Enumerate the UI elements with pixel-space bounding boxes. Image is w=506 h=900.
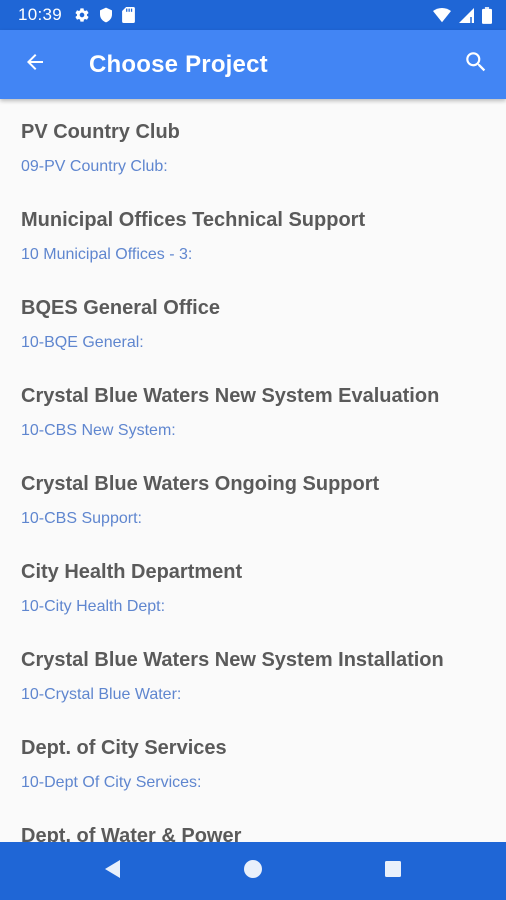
project-code: 10-CBS Support: bbox=[21, 510, 142, 527]
project-code: 10-City Health Dept: bbox=[21, 598, 166, 615]
list-item[interactable]: Dept. of City Services 10-Dept Of City S… bbox=[0, 715, 506, 803]
project-name: Dept. of City Services bbox=[21, 737, 227, 759]
list-item[interactable]: Crystal Blue Waters New System Evaluatio… bbox=[0, 363, 506, 451]
nav-home-button[interactable] bbox=[183, 842, 323, 900]
battery-icon bbox=[482, 6, 492, 24]
project-code: 10-Dept Of City Services: bbox=[21, 774, 202, 791]
project-name: Crystal Blue Waters New System Evaluatio… bbox=[21, 385, 440, 407]
back-button[interactable] bbox=[0, 30, 70, 99]
recents-square-icon bbox=[384, 860, 402, 883]
arrow-left-icon bbox=[23, 50, 47, 79]
list-item[interactable]: Crystal Blue Waters New System Installat… bbox=[0, 627, 506, 715]
list-item[interactable]: Crystal Blue Waters Ongoing Support 10-C… bbox=[0, 451, 506, 539]
list-item[interactable]: Dept. of Water & Power bbox=[0, 803, 506, 842]
project-list: PV Country Club 09-PV Country Club: Muni… bbox=[0, 99, 506, 842]
project-name: Municipal Offices Technical Support bbox=[21, 209, 366, 231]
project-code: 10-Crystal Blue Water: bbox=[21, 686, 182, 703]
project-name: Crystal Blue Waters New System Installat… bbox=[21, 649, 444, 671]
status-time: 10:39 bbox=[18, 5, 63, 24]
wifi-icon bbox=[433, 7, 451, 23]
project-name: Crystal Blue Waters Ongoing Support bbox=[21, 473, 380, 495]
project-code: 09-PV Country Club: bbox=[21, 158, 168, 175]
nav-back-button[interactable] bbox=[43, 842, 183, 900]
project-code: 10-CBS New System: bbox=[21, 422, 176, 439]
app-bar: Choose Project bbox=[0, 30, 506, 99]
project-name: Dept. of Water & Power bbox=[21, 825, 242, 842]
list-item[interactable]: City Health Department 10-City Health De… bbox=[0, 539, 506, 627]
project-name: BQES General Office bbox=[21, 297, 220, 319]
list-item[interactable]: BQES General Office 10-BQE General: bbox=[0, 275, 506, 363]
signal-icon bbox=[459, 7, 474, 23]
list-item[interactable]: Municipal Offices Technical Support 10 M… bbox=[0, 187, 506, 275]
shield-icon bbox=[99, 7, 113, 23]
project-code: 10 Municipal Offices - 3: bbox=[21, 246, 193, 263]
gear-icon bbox=[74, 7, 90, 23]
nav-bar bbox=[0, 842, 506, 900]
list-item[interactable]: PV Country Club 09-PV Country Club: bbox=[0, 99, 506, 187]
project-name: City Health Department bbox=[21, 561, 243, 583]
home-circle-icon bbox=[243, 859, 263, 884]
page-title: Choose Project bbox=[89, 50, 268, 78]
back-triangle-icon bbox=[103, 859, 123, 884]
sd-card-icon bbox=[122, 7, 135, 23]
project-code: 10-BQE General: bbox=[21, 334, 144, 351]
search-button[interactable] bbox=[446, 30, 506, 99]
project-name: PV Country Club bbox=[21, 121, 180, 143]
search-icon bbox=[463, 49, 489, 80]
status-bar: 10:39 bbox=[0, 0, 506, 30]
nav-recents-button[interactable] bbox=[323, 842, 463, 900]
